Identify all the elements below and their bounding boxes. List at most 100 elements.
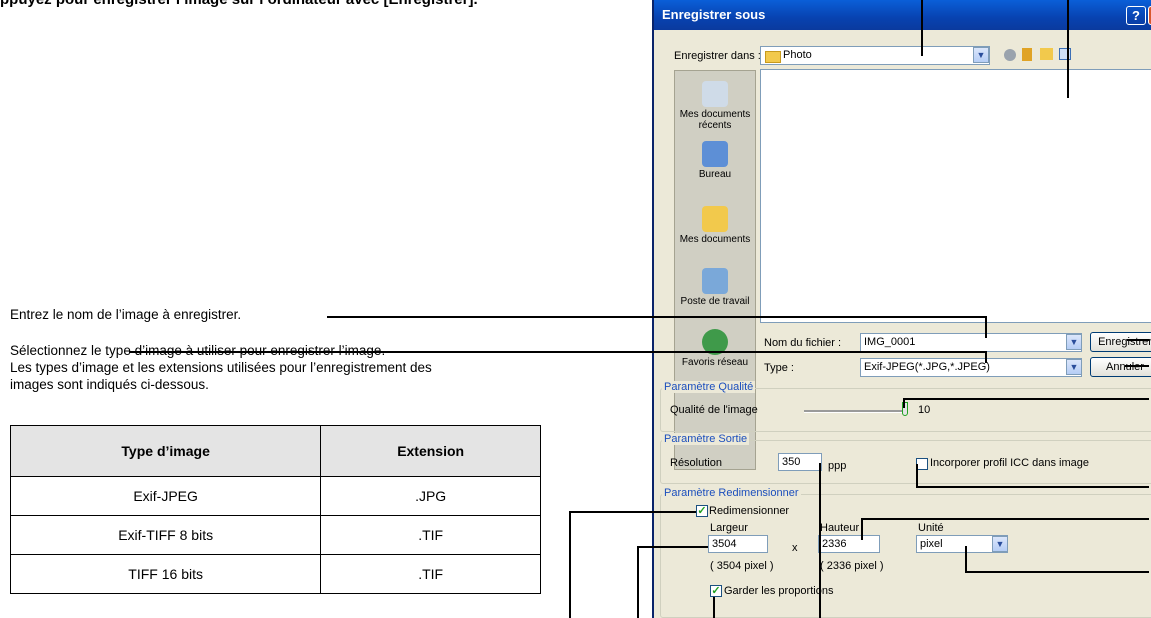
callout-line	[861, 518, 863, 540]
unit-label: Unité	[918, 522, 944, 534]
save-in-label: Enregistrer dans :	[674, 50, 761, 62]
up-folder-icon[interactable]	[1022, 48, 1032, 61]
output-group-label: Paramètre Sortie	[662, 433, 750, 445]
callout-line	[985, 351, 987, 363]
callout-line	[129, 351, 985, 353]
quality-label: Qualité de l'image	[670, 404, 758, 416]
callout-line	[713, 597, 715, 618]
width-label: Largeur	[710, 522, 748, 534]
height-input[interactable]: 2336	[818, 535, 880, 553]
callout-line	[569, 511, 571, 618]
callout-line	[965, 546, 967, 571]
recent-documents-icon	[702, 81, 728, 107]
place-desktop[interactable]: Bureau	[675, 141, 755, 180]
folder-icon	[765, 51, 781, 63]
filename-label: Nom du fichier :	[764, 337, 842, 349]
icc-label: Incorporer profil ICC dans image	[930, 457, 1089, 469]
table-row: TIFF 16 bits .TIF	[9, 554, 541, 594]
my-computer-icon	[702, 268, 728, 294]
width-input[interactable]: 3504	[708, 535, 768, 553]
callout-line	[965, 571, 1149, 573]
resolution-label: Résolution	[670, 457, 722, 469]
table-header-row: Type d’image Extension	[9, 425, 541, 477]
filename-input[interactable]: IMG_0001	[860, 333, 1082, 352]
table-cell: Exif-TIFF 8 bits	[9, 515, 322, 555]
table-cell: Exif-JPEG	[9, 476, 322, 516]
filename-value: IMG_0001	[864, 336, 916, 348]
callout-line	[1067, 0, 1069, 98]
height-pixels: ( 2336 pixel )	[820, 560, 884, 572]
resolution-value: 350	[782, 456, 801, 468]
desktop-icon	[702, 141, 728, 167]
file-list[interactable]	[760, 69, 1151, 323]
callout-line	[861, 518, 1149, 520]
image-type-table: Type d’image Extension Exif-JPEG .JPG Ex…	[9, 425, 541, 594]
place-recent[interactable]: Mes documents récents	[675, 81, 755, 131]
save-button[interactable]: Enregistrer	[1090, 332, 1151, 352]
resize-group-label: Paramètre Redimensionner	[662, 487, 801, 499]
chevron-down-icon[interactable]: ▼	[1066, 334, 1082, 350]
instruction-text: ppuyez pour enregistrer l’image sur l’or…	[0, 0, 478, 8]
save-as-dialog: Enregistrer sous ? X Enregistrer dans : …	[652, 0, 1151, 618]
title-bar: Enregistrer sous ? X	[654, 0, 1151, 30]
type-select[interactable]: Exif-JPEG(*.JPG,*.JPEG)	[860, 358, 1082, 377]
callout-line	[903, 398, 905, 408]
table-cell: TIFF 16 bits	[9, 554, 322, 594]
times-sign: x	[792, 542, 798, 554]
place-label: Favoris réseau	[681, 357, 749, 368]
keep-proportions-checkbox[interactable]: ✓	[710, 585, 722, 597]
resize-label: Redimensionner	[709, 505, 790, 517]
view-menu-icon[interactable]	[1059, 48, 1071, 60]
place-label: Mes documents récents	[679, 109, 751, 131]
callout-line	[916, 486, 1149, 488]
callout-line	[1125, 365, 1149, 367]
table-row: Exif-TIFF 8 bits .TIF	[9, 515, 541, 555]
callout-line	[903, 398, 1149, 400]
type-value: Exif-JPEG(*.JPG,*.JPEG)	[864, 361, 990, 373]
dialog-title: Enregistrer sous	[662, 7, 766, 22]
type-label: Type :	[764, 362, 794, 374]
callout-line	[985, 316, 987, 338]
cancel-button[interactable]: Annuler	[1090, 357, 1151, 377]
callout-line	[819, 463, 821, 618]
type-note-line3: images sont indiqués ci-dessous.	[10, 377, 209, 392]
resolution-input[interactable]: 350	[778, 453, 822, 471]
place-label: Mes documents	[679, 234, 751, 245]
place-my-computer[interactable]: Poste de travail	[675, 268, 755, 307]
save-in-select[interactable]: Photo	[760, 46, 990, 65]
callout-line	[569, 511, 696, 513]
chevron-down-icon[interactable]: ▼	[973, 47, 989, 63]
callout-line	[916, 464, 918, 486]
quality-group-label: Paramètre Qualité	[662, 381, 756, 393]
table-cell: .TIF	[320, 554, 541, 594]
place-label: Poste de travail	[680, 296, 750, 307]
table-cell: .JPG	[320, 476, 541, 516]
new-folder-icon[interactable]	[1040, 48, 1053, 60]
place-label: Bureau	[698, 169, 732, 180]
place-my-documents[interactable]: Mes documents	[675, 206, 755, 245]
callout-line	[1127, 339, 1149, 341]
resize-checkbox[interactable]: ✓	[696, 505, 708, 517]
place-network[interactable]: Favoris réseau	[675, 329, 755, 368]
height-label: Hauteur	[820, 522, 860, 534]
help-button[interactable]: ?	[1126, 6, 1146, 25]
callout-line	[637, 546, 639, 618]
filename-note: Entrez le nom de l’image à enregistrer.	[10, 307, 242, 322]
height-value: 2336	[822, 538, 847, 550]
type-note-line2: Les types d’image et les extensions util…	[10, 360, 432, 375]
quality-slider-track[interactable]	[804, 410, 904, 413]
chevron-down-icon[interactable]: ▼	[1066, 359, 1082, 375]
back-icon[interactable]	[1004, 49, 1016, 61]
unit-value: pixel	[920, 538, 943, 550]
table-header-extension: Extension	[320, 425, 541, 477]
table-cell: .TIF	[320, 515, 541, 555]
resolution-unit: ppp	[828, 460, 847, 472]
save-in-value: Photo	[783, 49, 812, 61]
my-documents-icon	[702, 206, 728, 232]
chevron-down-icon[interactable]: ▼	[992, 536, 1008, 552]
width-value: 3504	[712, 538, 737, 550]
keep-proportions-label: Garder les proportions	[724, 585, 834, 597]
table-header-type: Type d’image	[9, 425, 322, 477]
quality-value: 10	[918, 404, 931, 416]
callout-line	[921, 0, 923, 56]
